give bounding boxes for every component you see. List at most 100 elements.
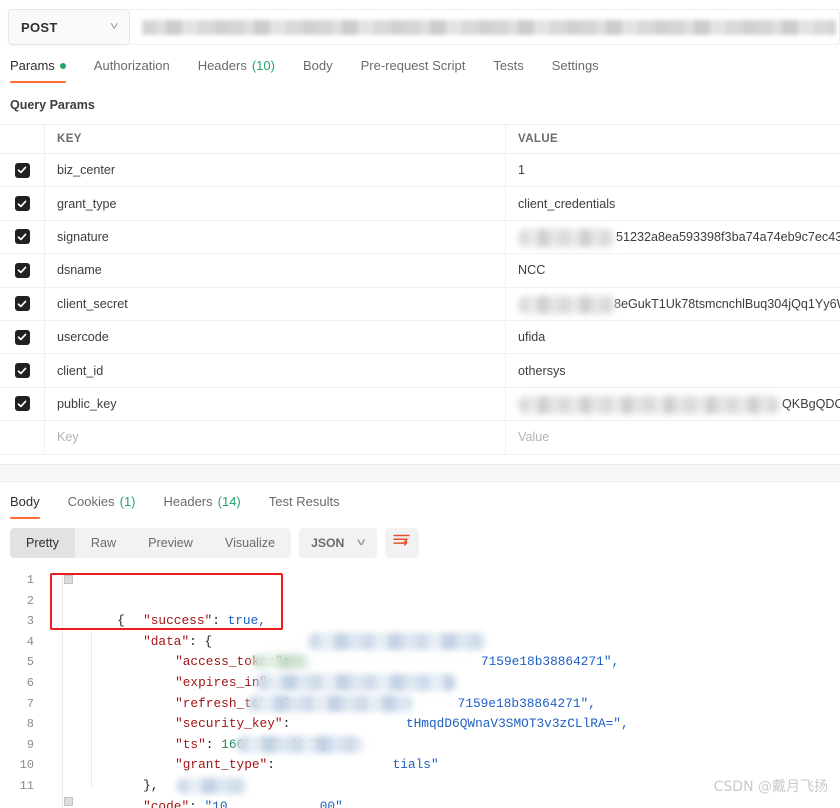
row-key-cell[interactable]: client_id xyxy=(45,354,506,386)
row-value-cell[interactable]: 8eGukT1Uk78tsmcnchlBuq304jQq1Yy6W xyxy=(506,288,840,320)
param-value: ufida xyxy=(518,330,545,344)
row-checkbox-cell[interactable] xyxy=(0,254,45,286)
http-method-label: POST xyxy=(21,20,58,35)
redacted-value-mask xyxy=(518,229,614,247)
code-lines: { "success": true, "data": { "access_tok… xyxy=(58,570,629,797)
tab-tests[interactable]: Tests xyxy=(493,56,537,85)
checkbox-checked-icon[interactable] xyxy=(15,330,30,345)
checkbox-checked-icon[interactable] xyxy=(15,363,30,378)
line-number: 3 xyxy=(0,611,44,632)
table-row[interactable]: client_secret 8eGukT1Uk78tsmcnchlBuq304j… xyxy=(0,288,840,321)
table-row[interactable]: biz_center 1 xyxy=(0,154,840,187)
fold-toggle-icon-bottom[interactable] xyxy=(64,797,73,806)
response-tab-headers-count: (14) xyxy=(218,494,241,509)
row-checkbox-cell[interactable] xyxy=(0,221,45,253)
row-checkbox-cell[interactable] xyxy=(0,388,45,420)
tab-headers[interactable]: Headers (10) xyxy=(198,56,289,85)
row-checkbox-cell[interactable] xyxy=(0,288,45,320)
line-number: 9 xyxy=(0,735,44,756)
tab-params[interactable]: Params xyxy=(10,56,80,85)
row-key-cell[interactable]: biz_center xyxy=(45,154,506,186)
request-url-input[interactable] xyxy=(130,9,840,45)
checkbox-checked-icon[interactable] xyxy=(15,196,30,211)
row-key-cell[interactable]: usercode xyxy=(45,321,506,353)
row-value-cell[interactable]: QKBgQDCC xyxy=(506,388,840,420)
row-key-cell[interactable]: signature xyxy=(45,221,506,253)
chevron-down-icon: ˅ xyxy=(357,538,366,549)
row-value-cell[interactable]: Value xyxy=(506,421,840,453)
response-tab-test-results-label: Test Results xyxy=(269,494,340,509)
view-pretty-button[interactable]: Pretty xyxy=(10,528,75,558)
redacted-value-mask xyxy=(518,396,780,414)
view-raw-button[interactable]: Raw xyxy=(75,528,132,558)
wrap-lines-button[interactable] xyxy=(385,528,419,558)
row-checkbox-cell[interactable] xyxy=(0,154,45,186)
row-value-cell[interactable]: client_credentials xyxy=(506,187,840,219)
row-checkbox-cell[interactable] xyxy=(0,321,45,353)
row-value-cell[interactable]: NCC xyxy=(506,254,840,286)
code-line: "data": { xyxy=(58,611,629,632)
row-key-cell[interactable]: grant_type xyxy=(45,187,506,219)
response-tab-cookies-label: Cookies xyxy=(68,494,115,509)
response-tab-headers-label: Headers xyxy=(164,494,213,509)
pane-splitter[interactable] xyxy=(0,464,840,482)
tab-pre-request-script[interactable]: Pre-request Script xyxy=(361,56,480,85)
table-row[interactable]: client_id othersys xyxy=(0,354,840,387)
view-visualize-button[interactable]: Visualize xyxy=(209,528,291,558)
table-row-new[interactable]: Key Value xyxy=(0,421,840,454)
fold-toggle-icon[interactable] xyxy=(64,575,73,584)
response-body-code-viewer[interactable]: 1 2 3 4 5 6 7 8 9 10 11 { "success": tru… xyxy=(0,570,840,808)
tab-body[interactable]: Body xyxy=(303,56,347,85)
response-tab-headers[interactable]: Headers (14) xyxy=(164,492,255,521)
chevron-down-icon: ˅ xyxy=(109,22,118,33)
redacted-token-mask xyxy=(308,633,486,650)
http-method-selector[interactable]: POST ˅ xyxy=(8,9,130,45)
row-checkbox-cell[interactable] xyxy=(0,421,45,453)
header-cell-value: VALUE xyxy=(506,125,840,153)
response-format-selector[interactable]: JSON ˅ xyxy=(299,528,377,558)
response-tab-body-label: Body xyxy=(10,494,40,509)
text-wrap-icon xyxy=(393,533,410,553)
param-key-placeholder: Key xyxy=(57,430,79,444)
table-row[interactable]: signature 51232a8ea593398f3ba74a74eb9c7e… xyxy=(0,221,840,254)
tab-authorization[interactable]: Authorization xyxy=(94,56,184,85)
row-value-cell[interactable]: othersys xyxy=(506,354,840,386)
tab-params-label: Params xyxy=(10,58,55,73)
table-row[interactable]: usercode ufida xyxy=(0,321,840,354)
modified-indicator-dot xyxy=(60,63,66,69)
table-row[interactable]: grant_type client_credentials xyxy=(0,187,840,220)
checkbox-checked-icon[interactable] xyxy=(15,396,30,411)
row-value-cell[interactable]: 1 xyxy=(506,154,840,186)
header-cell-key: KEY xyxy=(45,125,506,153)
row-key-cell[interactable]: dsname xyxy=(45,254,506,286)
row-value-cell[interactable]: ufida xyxy=(506,321,840,353)
checkbox-checked-icon[interactable] xyxy=(15,263,30,278)
column-header-value: VALUE xyxy=(518,133,558,145)
row-checkbox-cell[interactable] xyxy=(0,187,45,219)
table-row[interactable]: dsname NCC xyxy=(0,254,840,287)
tab-settings[interactable]: Settings xyxy=(552,56,613,85)
response-tab-cookies[interactable]: Cookies (1) xyxy=(68,492,150,521)
table-header-row: KEY VALUE xyxy=(0,125,840,154)
response-tab-bar: Body Cookies (1) Headers (14) Test Resul… xyxy=(0,492,840,522)
row-key-cell[interactable]: client_secret xyxy=(45,288,506,320)
checkbox-checked-icon[interactable] xyxy=(15,296,30,311)
response-tab-body[interactable]: Body xyxy=(10,492,54,521)
code-line: "code": "10 00" xyxy=(58,776,629,797)
response-tab-test-results[interactable]: Test Results xyxy=(269,492,354,521)
row-key-cell[interactable]: public_key xyxy=(45,388,506,420)
code-line: "security_key": tHmqdD6QWnaV3SMOT3v3zCLl… xyxy=(58,694,629,715)
param-value: client_credentials xyxy=(518,197,615,211)
code-line: "success": true, xyxy=(58,591,629,612)
view-preview-button[interactable]: Preview xyxy=(132,528,209,558)
checkbox-checked-icon[interactable] xyxy=(15,163,30,178)
code-line: "expires_in": 16 xyxy=(58,652,629,673)
row-value-cell[interactable]: 51232a8ea593398f3ba74a74eb9c7ec43 xyxy=(506,221,840,253)
column-header-key: KEY xyxy=(57,133,82,145)
table-row[interactable]: public_key QKBgQDCC xyxy=(0,388,840,421)
row-checkbox-cell[interactable] xyxy=(0,354,45,386)
line-number: 11 xyxy=(0,776,44,797)
code-token-value: "10 00" xyxy=(205,799,343,808)
checkbox-checked-icon[interactable] xyxy=(15,229,30,244)
row-key-cell[interactable]: Key xyxy=(45,421,506,453)
